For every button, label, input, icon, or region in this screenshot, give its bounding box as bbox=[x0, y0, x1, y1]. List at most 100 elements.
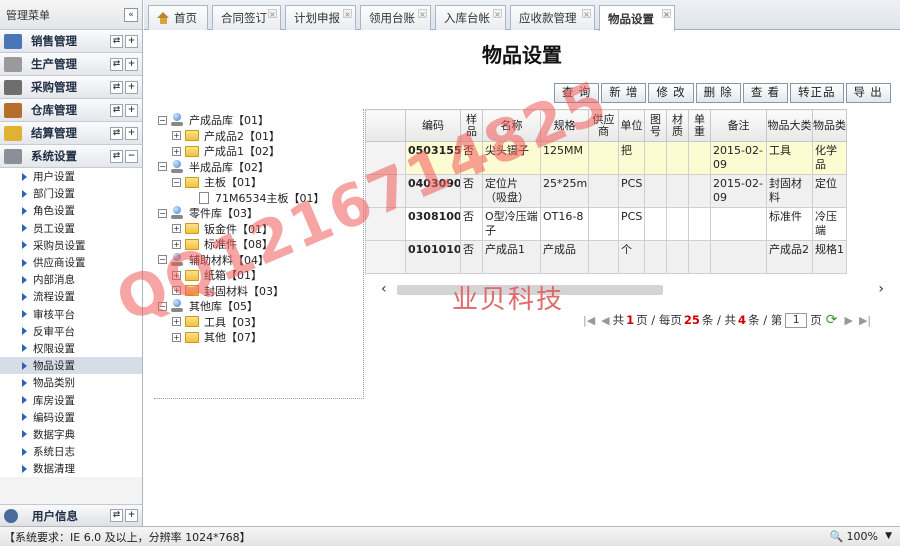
toolbar-button-6[interactable]: 导 出 bbox=[845, 83, 891, 103]
sidebar-category-2[interactable]: 采购管理 ⇄ + bbox=[0, 76, 142, 99]
sidebar-item-4[interactable]: 采购员设置 bbox=[0, 237, 142, 254]
tab-3[interactable]: 领用台账 × bbox=[360, 5, 431, 30]
column-header[interactable]: 物品类 bbox=[812, 109, 847, 142]
tree-node[interactable]: + 产成品1【02】 bbox=[172, 144, 280, 158]
pager-text-1: 共 bbox=[612, 313, 625, 327]
refresh-button[interactable]: ⇄ bbox=[110, 509, 123, 522]
tree-node[interactable]: + 工具【03】 bbox=[172, 315, 262, 329]
collapse-node-icon[interactable]: − bbox=[158, 162, 167, 171]
expand-node-icon[interactable]: + bbox=[172, 317, 181, 326]
tree-node[interactable]: − 产成品库【01】 bbox=[158, 113, 269, 127]
expand-button[interactable]: + bbox=[125, 126, 138, 140]
sidebar-item-9[interactable]: 反审平台 bbox=[0, 323, 142, 340]
collapse-button[interactable]: − bbox=[125, 149, 138, 163]
page-number-input[interactable]: 1 bbox=[785, 312, 808, 328]
sidebar-item-14[interactable]: 编码设置 bbox=[0, 409, 142, 426]
close-tab-icon[interactable]: × bbox=[582, 9, 591, 19]
table-row[interactable]: 030810001否O型冷压端子OT16-8PCS标准件冷压端 bbox=[365, 207, 847, 241]
expand-button[interactable]: + bbox=[125, 34, 138, 48]
table-cell bbox=[666, 240, 689, 274]
horizontal-scrollbar[interactable]: ‹ › bbox=[365, 281, 890, 297]
sidebar-category-label: 采购管理 bbox=[31, 80, 77, 94]
column-header[interactable]: 物品大类 bbox=[766, 109, 813, 142]
expand-button[interactable]: + bbox=[125, 80, 138, 94]
sidebar-item-3[interactable]: 员工设置 bbox=[0, 220, 142, 237]
expand-node-icon[interactable]: + bbox=[172, 131, 181, 140]
expand-node-icon[interactable]: + bbox=[172, 146, 181, 156]
sidebar-category-4[interactable]: 结算管理 ⇄ + bbox=[0, 122, 142, 145]
close-tab-icon[interactable]: × bbox=[343, 9, 352, 19]
toolbar-button-5[interactable]: 转正品 bbox=[790, 83, 844, 103]
collapse-node-icon[interactable]: − bbox=[158, 208, 167, 218]
refresh-button[interactable]: ⇄ bbox=[110, 80, 123, 94]
tab-5[interactable]: 应收款管理 × bbox=[510, 5, 595, 30]
sidebar-category-5[interactable]: 系统设置 ⇄ − bbox=[0, 145, 142, 168]
expand-button[interactable]: + bbox=[125, 509, 138, 522]
column-header[interactable]: 单重 bbox=[688, 109, 711, 142]
folder-icon bbox=[185, 331, 199, 343]
sidebar-category-0[interactable]: 销售管理 ⇄ + bbox=[0, 30, 142, 53]
collapse-sidebar-button[interactable]: « bbox=[124, 7, 138, 22]
refresh-button[interactable]: ⇄ bbox=[110, 103, 123, 117]
expand-button[interactable]: + bbox=[125, 57, 138, 71]
refresh-button[interactable]: ⇄ bbox=[110, 57, 123, 71]
tab-0[interactable]: 首页 bbox=[148, 5, 208, 30]
table-row[interactable]: 010101001否产成品1产成品个 产成品2规格1 bbox=[365, 240, 847, 274]
refresh-button[interactable]: ⇄ bbox=[110, 149, 123, 163]
sidebar-item-0[interactable]: 用户设置 bbox=[0, 168, 142, 185]
tree-node[interactable]: + 产成品2【01】 bbox=[172, 129, 280, 143]
tree-node[interactable]: + 其他【07】 bbox=[172, 330, 262, 344]
close-tab-icon[interactable]: × bbox=[268, 9, 277, 19]
sidebar-category-1[interactable]: 生产管理 ⇄ + bbox=[0, 53, 142, 76]
tab-label: 领用台账 bbox=[369, 11, 415, 25]
toolbar-button-3[interactable]: 删 除 bbox=[695, 83, 741, 103]
toolbar-button-1[interactable]: 新 增 bbox=[601, 83, 647, 103]
tab-1[interactable]: 合同签订 × bbox=[212, 5, 281, 30]
sidebar-item-label: 数据字典 bbox=[33, 428, 75, 441]
refresh-button[interactable]: ⇄ bbox=[110, 126, 123, 140]
sidebar-category-3[interactable]: 仓库管理 ⇄ + bbox=[0, 99, 142, 122]
refresh-button[interactable]: ⇄ bbox=[110, 34, 123, 48]
toolbar-button-4[interactable]: 查 看 bbox=[742, 83, 789, 103]
column-header[interactable]: 备注 bbox=[710, 109, 767, 142]
column-header[interactable]: 单位 bbox=[618, 109, 645, 142]
tab-6[interactable]: 物品设置 × bbox=[599, 5, 675, 31]
column-header[interactable]: 图号 bbox=[644, 109, 667, 142]
column-header[interactable]: 材质 bbox=[666, 109, 689, 142]
table-cell: O型冷压端子 bbox=[482, 207, 541, 241]
sidebar-item-11[interactable]: 物品设置 bbox=[0, 357, 142, 375]
sidebar-item-2[interactable]: 角色设置 bbox=[0, 202, 142, 219]
expand-node-icon[interactable]: + bbox=[172, 224, 181, 233]
sidebar-footer-user-info[interactable]: 用户信息 ⇄ + bbox=[0, 504, 142, 526]
sidebar-item-16[interactable]: 系统日志 bbox=[0, 443, 142, 460]
close-tab-icon[interactable]: × bbox=[662, 9, 671, 19]
toolbar-button-2[interactable]: 修 改 bbox=[648, 83, 694, 103]
sidebar-item-1[interactable]: 部门设置 bbox=[0, 185, 142, 202]
scroll-right-icon[interactable]: › bbox=[878, 281, 884, 297]
collapse-node-icon[interactable]: − bbox=[158, 115, 167, 125]
sidebar-item-12[interactable]: 物品类别 bbox=[0, 374, 142, 391]
zoom-control[interactable]: 🔍 100% bbox=[830, 530, 878, 543]
tree-node[interactable]: − 主板【01】 bbox=[172, 175, 262, 189]
page-title: 物品设置 bbox=[482, 43, 562, 67]
last-page-icon[interactable]: ▶| bbox=[859, 314, 871, 327]
sidebar-item-17[interactable]: 数据清理 bbox=[0, 460, 142, 477]
next-page-icon[interactable]: ▶ bbox=[844, 314, 852, 327]
close-tab-icon[interactable]: × bbox=[418, 9, 427, 19]
first-page-icon[interactable]: |◀ bbox=[583, 314, 595, 327]
prev-page-icon[interactable]: ◀ bbox=[601, 314, 609, 327]
sidebar-item-8[interactable]: 审核平台 bbox=[0, 306, 142, 323]
tab-2[interactable]: 计划申报 × bbox=[285, 5, 356, 30]
close-tab-icon[interactable]: × bbox=[493, 9, 502, 19]
tree-node[interactable]: − 半成品库【02】 bbox=[158, 159, 269, 174]
sidebar-item-13[interactable]: 库房设置 bbox=[0, 391, 142, 408]
expand-button[interactable]: + bbox=[125, 103, 138, 117]
scroll-left-icon[interactable]: ‹ bbox=[381, 281, 387, 297]
collapse-node-icon[interactable]: − bbox=[172, 177, 181, 187]
sidebar-item-10[interactable]: 权限设置 bbox=[0, 340, 142, 357]
zoom-dropdown-icon[interactable]: ▼ bbox=[885, 531, 892, 541]
expand-node-icon[interactable]: + bbox=[172, 332, 181, 342]
tab-4[interactable]: 入库台帐 × bbox=[435, 5, 506, 30]
sidebar-item-15[interactable]: 数据字典 bbox=[0, 426, 142, 443]
refresh-icon[interactable]: ⟳ bbox=[826, 312, 838, 328]
